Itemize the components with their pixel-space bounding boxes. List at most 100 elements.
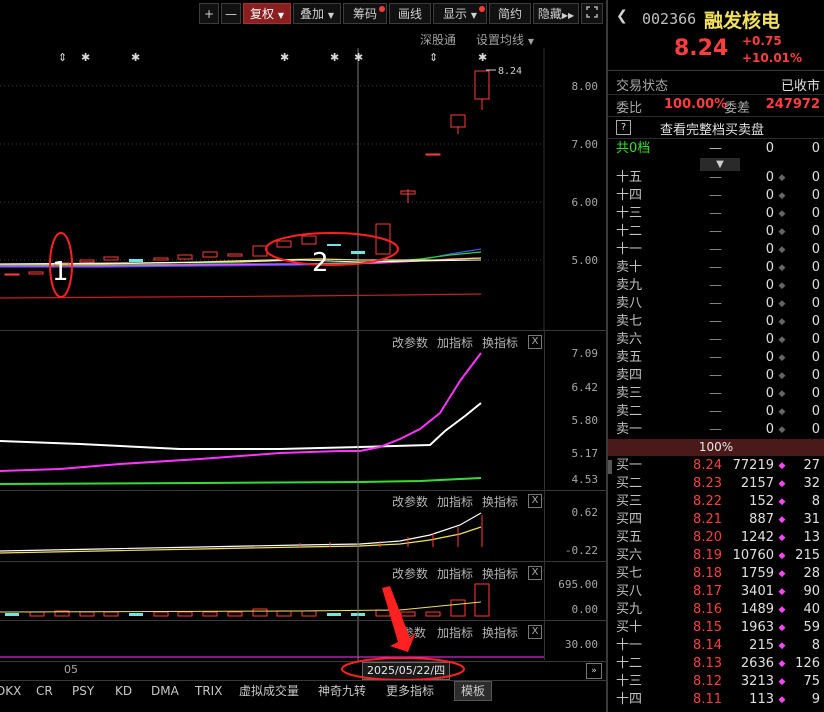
order-count: 0 — [811, 224, 820, 239]
diamond-icon: ◆ — [778, 533, 786, 543]
buy-order-row[interactable]: 买八 8.17 3401 ◆ 90 — [608, 583, 824, 601]
order-level-label: 买七 — [616, 566, 643, 581]
indicator-axis-label: 7.09 — [571, 347, 599, 360]
buy-order-row[interactable]: 买六 8.19 10760 ◆ 215 — [608, 547, 824, 565]
sell-order-row[interactable]: 卖二 — 0 ◆ 0 — [608, 403, 824, 421]
sell-order-row[interactable]: 十五 — 0 ◆ 0 — [608, 169, 824, 187]
diamond-icon: ◆ — [778, 191, 786, 201]
tab-template[interactable]: 模板 — [454, 681, 493, 701]
candle — [153, 257, 169, 261]
zoom-in-button[interactable]: + — [199, 3, 219, 24]
draw-line-button[interactable]: 画线 — [389, 3, 431, 24]
order-volume: 1963 — [740, 620, 774, 635]
buy-order-row[interactable]: 十四 8.11 113 ◆ 9 — [608, 691, 824, 709]
buy-order-row[interactable]: 买九 8.16 1489 ◆ 40 — [608, 601, 824, 619]
display-button[interactable]: 显示 ▼ — [433, 3, 487, 24]
stock-price: 8.24 — [674, 36, 729, 61]
order-volume: 3401 — [740, 584, 774, 599]
simple-button[interactable]: 简约 — [489, 3, 531, 24]
fullscreen-button[interactable] — [581, 3, 603, 24]
diamond-icon: ◆ — [778, 389, 786, 399]
diamond-icon: ◆ — [778, 371, 786, 381]
order-level-label: 十一 — [616, 242, 643, 257]
order-level-label: 十三 — [616, 206, 643, 221]
chevron-left-icon[interactable]: ❮ — [616, 8, 628, 24]
order-level-label: 卖五 — [616, 350, 643, 365]
hide-button[interactable]: 隐藏▶▶ — [533, 3, 579, 24]
diamond-icon: ◆ — [778, 407, 786, 417]
order-price: — — [709, 224, 722, 239]
total-levels-cnt: 0 — [811, 141, 820, 156]
order-count: 27 — [803, 458, 820, 473]
order-level-label: 卖二 — [616, 404, 643, 419]
buy-order-row[interactable]: 买七 8.18 1759 ◆ 28 — [608, 565, 824, 583]
order-price: 8.17 — [693, 584, 722, 599]
adjust-button[interactable]: 复权 ▼ — [243, 3, 291, 24]
full-book-link[interactable]: 查看完整档买卖盘 — [660, 119, 764, 138]
candle — [351, 251, 365, 254]
tab-psy[interactable]: PSY — [72, 682, 94, 700]
dropdown-icon: ▼ — [277, 11, 284, 20]
buy-order-row[interactable]: 十三 8.12 3213 ◆ 75 — [608, 673, 824, 691]
buy-order-row[interactable]: 十二 8.13 2636 ◆ 126 — [608, 655, 824, 673]
sell-order-row[interactable]: 卖四 — 0 ◆ 0 — [608, 367, 824, 385]
buy-order-row[interactable]: 买五 8.20 1242 ◆ 13 — [608, 529, 824, 547]
hide-label: 隐藏 — [537, 7, 562, 21]
buy-order-row[interactable]: 十一 8.14 215 ◆ 8 — [608, 637, 824, 655]
price-axis-label: 8.00 — [571, 80, 599, 93]
diamond-icon: ◆ — [778, 641, 786, 651]
buy-order-row[interactable]: 买十 8.15 1963 ◆ 59 — [608, 619, 824, 637]
order-diff-value: 247972 — [765, 97, 820, 112]
order-volume: 0 — [765, 242, 774, 257]
candlestick-chart[interactable]: ⇕ ✱ ✱ ✱ ✱ ✱ ⇕ ✱ 8.24 1 2 — [0, 48, 606, 330]
sell-order-row[interactable]: 十二 — 0 ◆ 0 — [608, 223, 824, 241]
order-price: — — [709, 422, 722, 437]
tab-magic-nine[interactable]: 神奇九转 — [318, 682, 366, 700]
candle — [202, 251, 218, 258]
ma-setting-link[interactable]: 设置均线 ▼ — [476, 31, 534, 48]
sell-order-row[interactable]: 卖七 — 0 ◆ 0 — [608, 313, 824, 331]
buy-order-row[interactable]: 买一 8.24 77219 ◆ 27 — [608, 457, 824, 475]
volume-bar — [252, 608, 268, 617]
sell-order-row[interactable]: 卖九 — 0 ◆ 0 — [608, 277, 824, 295]
order-count: 215 — [795, 548, 820, 563]
scroll-right-button[interactable]: » — [586, 663, 602, 679]
tab-trix[interactable]: TRIX — [195, 682, 222, 700]
tab-kd[interactable]: KD — [115, 682, 132, 700]
chart-area[interactable]: + — 复权 ▼ 叠加 ▼ 筹码 画线 显示 ▼ 简约 隐藏▶▶ 深股通 设置均… — [0, 0, 606, 712]
sell-order-row[interactable]: 卖十 — 0 ◆ 0 — [608, 259, 824, 277]
order-volume: 887 — [749, 512, 774, 527]
volume-bar — [5, 613, 19, 616]
signal-marker: ✱ — [478, 51, 487, 64]
overlay-label: 叠加 — [300, 7, 325, 21]
sell-order-row[interactable]: 十四 — 0 ◆ 0 — [608, 187, 824, 205]
tab-virtual-volume[interactable]: 虚拟成交量 — [239, 682, 299, 700]
candle — [425, 153, 441, 156]
tab-dkx[interactable]: DKX — [0, 682, 21, 700]
order-price: 8.18 — [693, 566, 722, 581]
diamond-icon: ◆ — [778, 317, 786, 327]
sell-order-row[interactable]: 卖八 — 0 ◆ 0 — [608, 295, 824, 313]
sell-order-row[interactable]: 卖三 — 0 ◆ 0 — [608, 385, 824, 403]
sell-order-row[interactable]: 十三 — 0 ◆ 0 — [608, 205, 824, 223]
zoom-out-button[interactable]: — — [221, 3, 241, 24]
sell-order-row[interactable]: 十一 — 0 ◆ 0 — [608, 241, 824, 259]
signal-markers: ⇕ ✱ ✱ ✱ ✱ ✱ ⇕ ✱ — [58, 51, 487, 64]
overlay-button[interactable]: 叠加 ▼ — [293, 3, 341, 24]
sell-order-row[interactable]: 卖六 — 0 ◆ 0 — [608, 331, 824, 349]
help-icon[interactable]: ? — [616, 120, 631, 135]
buy-order-row[interactable]: 买三 8.22 152 ◆ 8 — [608, 493, 824, 511]
buy-order-row[interactable]: 买四 8.21 887 ◆ 31 — [608, 511, 824, 529]
sell-order-row[interactable]: 卖五 — 0 ◆ 0 — [608, 349, 824, 367]
chips-button[interactable]: 筹码 — [343, 3, 387, 24]
tab-more-indicators[interactable]: 更多指标 — [386, 682, 434, 700]
tab-cr[interactable]: CR — [36, 682, 53, 700]
buy-order-row[interactable]: 买二 8.23 2157 ◆ 32 — [608, 475, 824, 493]
tab-dma[interactable]: DMA — [151, 682, 179, 700]
exchange-link[interactable]: 深股通 — [420, 31, 456, 48]
sell-order-row[interactable]: 卖一 — 0 ◆ 0 — [608, 421, 824, 439]
total-levels-label: 共0档 — [616, 141, 651, 156]
order-count: 59 — [803, 620, 820, 635]
order-price: — — [709, 314, 722, 329]
candle — [252, 245, 268, 257]
